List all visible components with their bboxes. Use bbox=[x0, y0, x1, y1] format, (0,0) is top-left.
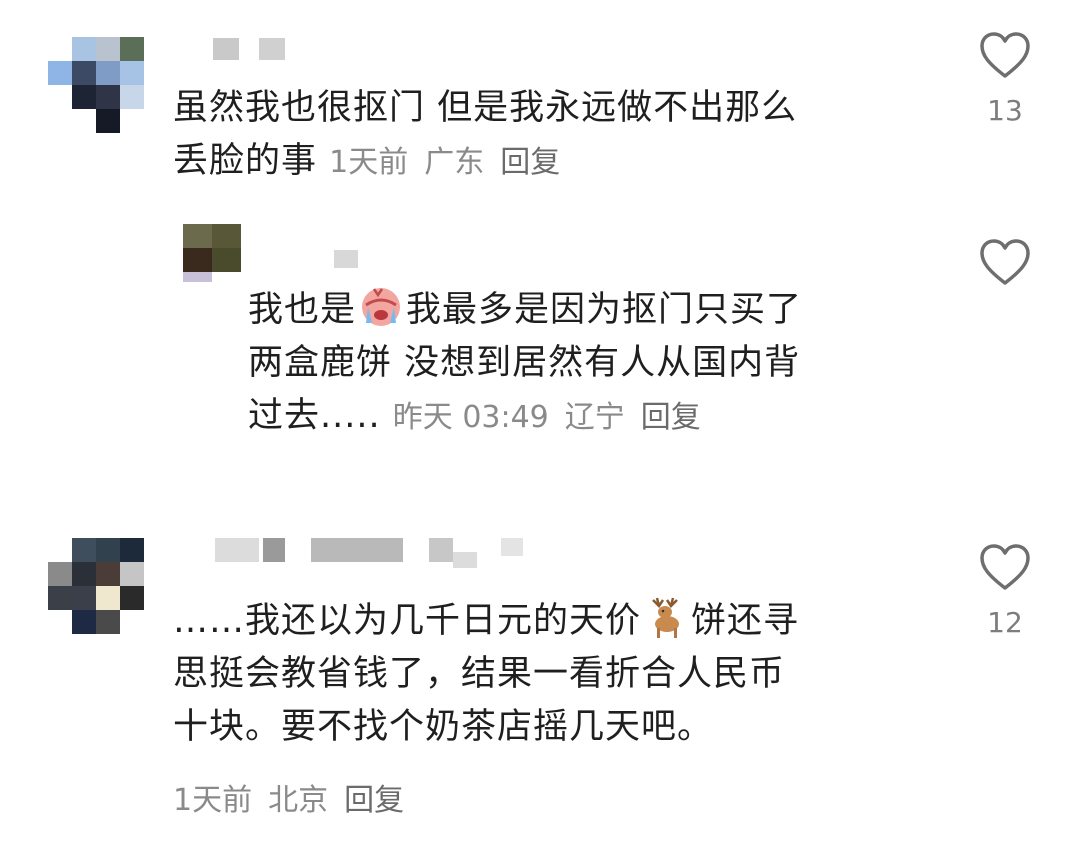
comment-location: 北京 bbox=[268, 783, 329, 818]
comment-location: 广东 bbox=[424, 145, 485, 180]
reply-button[interactable]: 回复 bbox=[641, 400, 701, 435]
reply-button[interactable]: 回复 bbox=[500, 145, 560, 180]
heart-outline-icon bbox=[980, 239, 1030, 285]
username-blurred[interactable] bbox=[213, 38, 293, 62]
reply-button[interactable]: 回复 bbox=[344, 783, 404, 818]
comment-text: 虽然我也很抠门 但是我永远做不出那么 丢脸的事 1天前 广东 回复 bbox=[173, 88, 798, 181]
username-blurred[interactable] bbox=[185, 538, 525, 572]
comment-location: 辽宁 bbox=[564, 400, 625, 435]
comment-text: 我也是 我最多是因为抠门只买了 两盒鹿饼 没想到居然有人从国内背 过去.....… bbox=[248, 283, 802, 444]
comment-meta: 1天前 北京 回复 bbox=[173, 774, 420, 827]
heart-outline-icon bbox=[980, 544, 1030, 590]
like-button[interactable] bbox=[975, 237, 1035, 287]
avatar[interactable] bbox=[48, 37, 144, 133]
like-count: 12 bbox=[987, 606, 1023, 639]
avatar[interactable] bbox=[183, 224, 241, 282]
comment-text: ……我还以为几千日元的天价 饼还寻 思挺会教省钱了，结果一看折合人民币 十块。要… bbox=[173, 594, 799, 754]
comment-time: 1天前 bbox=[173, 783, 253, 818]
heart-outline-icon bbox=[980, 32, 1030, 78]
avatar[interactable] bbox=[48, 538, 144, 634]
deer-emoji bbox=[652, 597, 680, 638]
comment-time: 昨天 03:49 bbox=[392, 400, 549, 435]
username-blurred[interactable] bbox=[334, 250, 364, 270]
comment-time: 1天前 bbox=[329, 145, 409, 180]
like-button[interactable]: 12 bbox=[975, 542, 1035, 639]
comment-meta: 1天前 广东 回复 bbox=[329, 145, 576, 180]
crying-face-emoji bbox=[362, 288, 401, 326]
like-button[interactable]: 13 bbox=[975, 30, 1035, 127]
comment-meta: 昨天 03:49 辽宁 回复 bbox=[393, 400, 717, 435]
like-count: 13 bbox=[987, 94, 1023, 127]
